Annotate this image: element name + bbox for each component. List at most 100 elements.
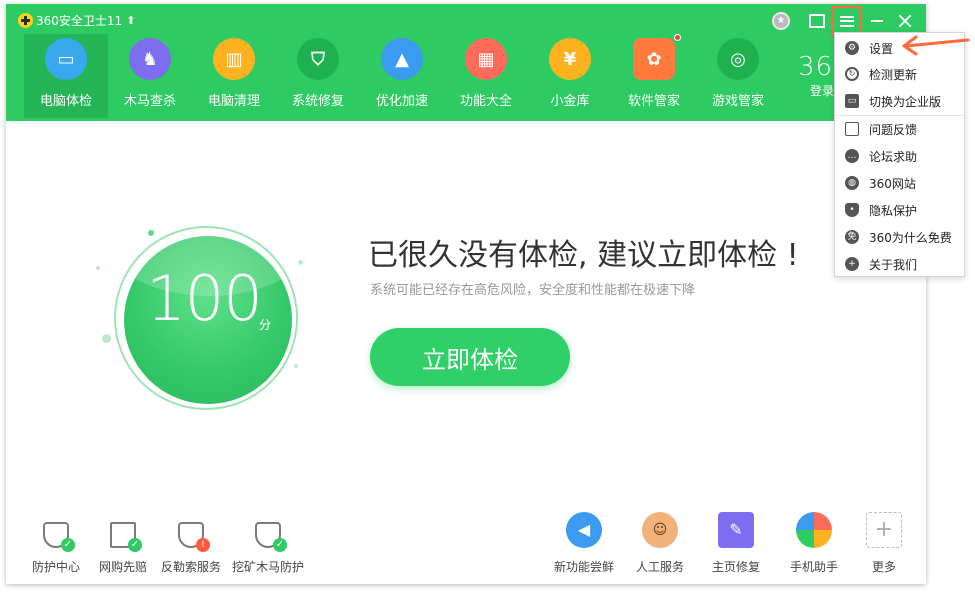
privacy-shield-icon: • xyxy=(845,203,859,217)
wrench-icon: ✎ xyxy=(718,512,754,548)
nav-label: 游戏管家 xyxy=(711,94,764,109)
login-link[interactable]: 登录 xyxy=(810,82,834,99)
menu-item-enterprise[interactable]: ▭ 切换为企业版 xyxy=(835,88,964,114)
nav-item-optimize[interactable]: ▲ 优化加速 xyxy=(360,34,444,118)
tool-label: 防护中心 xyxy=(32,560,81,574)
tool-homepage-repair[interactable]: ✎ 主页修复 xyxy=(712,512,760,575)
app-window: 360安全卫士11 ⬆ ★ ▭ 电脑体检 ♞ 木马查杀 ▥ 电脑清理 ⛉ 系统修… xyxy=(6,4,926,584)
tool-label: 人工服务 xyxy=(636,560,685,574)
tool-more[interactable]: + 更多 xyxy=(866,512,902,575)
nav-item-all-features[interactable]: ▦ 功能大全 xyxy=(444,34,528,118)
nav-item-cleanup[interactable]: ▥ 电脑清理 xyxy=(192,34,276,118)
menu-item-label: 设置 xyxy=(869,41,894,56)
header-bar: 360安全卫士11 ⬆ ★ ▭ 电脑体检 ♞ 木马查杀 ▥ 电脑清理 ⛉ 系统修… xyxy=(6,4,926,121)
main-nav: ▭ 电脑体检 ♞ 木马查杀 ▥ 电脑清理 ⛉ 系统修复 ▲ 优化加速 ▦ 功能大… xyxy=(24,34,780,118)
shield-icon: ⛉ xyxy=(297,38,339,80)
globe-icon: ◍ xyxy=(845,176,859,190)
tool-label: 主页修复 xyxy=(712,560,761,574)
tool-label: 更多 xyxy=(871,560,896,574)
menu-item-label: 切换为企业版 xyxy=(869,94,942,109)
checkup-subline: 系统可能已经存在高危风险，安全度和性能都在极速下降 xyxy=(370,283,696,298)
tool-label: 挖矿木马防护 xyxy=(232,560,305,574)
minimize-icon[interactable] xyxy=(866,10,888,32)
tool-label: 新功能尝鲜 xyxy=(554,560,615,574)
menu-item-website[interactable]: ◍ 360网站 xyxy=(835,170,964,196)
tool-shopping-compensation[interactable]: ✓ 网购先赔 xyxy=(99,520,147,575)
window-title-text: 360安全卫士11 xyxy=(36,13,123,28)
score-value: 100 xyxy=(146,262,262,335)
tool-label: 网购先赔 xyxy=(99,560,148,574)
shield-heartbeat-icon: ✓ xyxy=(41,520,75,552)
decor-dot xyxy=(298,260,303,265)
tool-label: 反勒索服务 xyxy=(161,560,222,574)
menu-item-label: 检测更新 xyxy=(869,67,918,82)
nav-label: 优化加速 xyxy=(375,94,428,109)
tool-anti-ransomware[interactable]: ! 反勒索服务 xyxy=(161,520,221,575)
annotation-arrow-icon xyxy=(902,35,970,56)
nav-item-checkup[interactable]: ▭ 电脑体检 xyxy=(24,34,108,118)
menu-item-label: 关于我们 xyxy=(869,257,918,272)
nav-item-system-repair[interactable]: ⛉ 系统修复 xyxy=(276,34,360,118)
menu-item-label: 360为什么免费 xyxy=(869,230,952,245)
close-icon[interactable] xyxy=(894,10,916,32)
nav-label: 功能大全 xyxy=(459,94,512,109)
nav-label: 木马查杀 xyxy=(123,94,176,109)
start-checkup-button[interactable]: 立即体检 xyxy=(370,328,570,386)
tool-phone-assistant[interactable]: 手机助手 xyxy=(790,512,838,575)
menu-item-forum[interactable]: … 论坛求助 xyxy=(835,143,964,169)
nav-item-game-manager[interactable]: ◎ 游戏管家 xyxy=(696,34,780,118)
tool-new-features[interactable]: ◀ 新功能尝鲜 xyxy=(554,512,614,575)
menu-item-why-free[interactable]: 免 360为什么免费 xyxy=(835,224,964,250)
megaphone-icon: ◀ xyxy=(566,512,602,548)
document-shield-icon: ! xyxy=(176,520,210,552)
nav-label: 软件管家 xyxy=(627,94,680,109)
app-store-icon: ✿ xyxy=(633,38,675,80)
decor-dot xyxy=(102,334,111,343)
score-unit: 分 xyxy=(259,318,272,332)
window-title: 360安全卫士11 ⬆ xyxy=(18,12,135,28)
gear-icon: ⚙ xyxy=(845,41,859,55)
plus-circle-icon: + xyxy=(845,257,859,271)
tool-customer-service[interactable]: ☺ 人工服务 xyxy=(636,512,684,575)
desktop: 360安全卫士11 ⬆ ★ ▭ 电脑体检 ♞ 木马查杀 ▥ 电脑清理 ⛉ 系统修… xyxy=(0,0,975,592)
nav-item-software-manager[interactable]: ✿ 软件管家 xyxy=(612,34,696,118)
decor-dot xyxy=(294,364,298,368)
notification-dot xyxy=(674,34,681,41)
arrow-up-icon[interactable]: ⬆ xyxy=(126,14,135,27)
enterprise-monitor-icon: ▭ xyxy=(845,94,859,108)
nav-label: 系统修复 xyxy=(291,94,344,109)
tool-label: 手机助手 xyxy=(790,560,839,574)
menu-item-label: 论坛求助 xyxy=(869,149,918,164)
menu-item-feedback[interactable]: 问题反馈 xyxy=(835,116,964,142)
checkup-headline: 已很久没有体检, 建议立即体检 ! xyxy=(368,238,799,273)
menu-item-check-update[interactable]: ↻ 检测更新 xyxy=(835,61,964,87)
horse-icon: ♞ xyxy=(129,38,171,80)
menu-item-label: 360网站 xyxy=(869,176,916,191)
shopping-cart-icon: ✓ xyxy=(108,520,142,552)
free-icon: 免 xyxy=(845,230,859,244)
menu-item-label: 问题反馈 xyxy=(869,122,918,137)
phone-assistant-icon xyxy=(796,512,832,548)
nav-label: 电脑清理 xyxy=(207,94,260,109)
money-bag-icon: ¥ xyxy=(549,38,591,80)
360-brand-logo: 36 xyxy=(798,52,834,82)
menu-item-label: 隐私保护 xyxy=(869,203,918,218)
menu-item-privacy[interactable]: • 隐私保护 xyxy=(835,197,964,223)
nav-item-vault[interactable]: ¥ 小金库 xyxy=(528,34,612,118)
grid-icon: ▦ xyxy=(465,38,507,80)
nav-item-trojan-scan[interactable]: ♞ 木马查杀 xyxy=(108,34,192,118)
chat-bubble-icon: … xyxy=(845,149,859,163)
tshirt-icon[interactable] xyxy=(806,10,828,32)
feedback-icon xyxy=(845,122,859,136)
lock-shield-icon: ✓ xyxy=(253,520,287,552)
decor-dot xyxy=(96,266,100,270)
360-logo-icon xyxy=(18,12,33,28)
plus-icon: + xyxy=(866,512,902,548)
tool-mining-trojan-protection[interactable]: ✓ 挖矿木马防护 xyxy=(232,520,304,575)
tool-protection-center[interactable]: ✓ 防护中心 xyxy=(32,520,80,575)
rocket-icon: ▲ xyxy=(381,38,423,80)
broom-icon: ▥ xyxy=(213,38,255,80)
support-person-icon: ☺ xyxy=(642,512,678,548)
menu-item-about[interactable]: + 关于我们 xyxy=(835,251,964,277)
medal-icon[interactable]: ★ xyxy=(770,10,792,32)
